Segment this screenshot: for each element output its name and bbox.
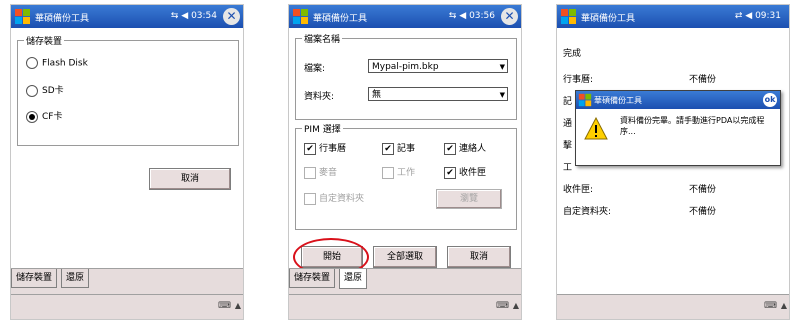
group-title: 儲存裝置 (24, 34, 65, 47)
checkbox-notes[interactable]: ✔ 記事 (382, 141, 415, 155)
checkbox-calendar[interactable]: ✔ 行事曆 (304, 141, 346, 155)
content-area: 儲存裝置 Flash Disk SD卡 CF卡 取消 (11, 28, 243, 269)
result-row: 記 (563, 97, 573, 107)
result-row: 擊 (563, 141, 573, 151)
content-area: 檔案名稱 檔案: Mypal-pim.bkp ▼ 資料夾: 無 ▼ PIM 選擇 ✔… (289, 28, 521, 276)
result-row: 自定資料夾: 不備份 (563, 207, 717, 217)
dropdown-arrow-icon: ▼ (499, 91, 505, 99)
tab-restore[interactable]: 還原 (61, 269, 90, 288)
result-row: 行事曆: 不備份 (563, 75, 717, 85)
title-bar: 華碩備份工具 ⇄ ◀ 09:31 (557, 5, 789, 28)
dialog-title-bar: 華碩備份工具 ok (576, 91, 780, 109)
status-time: ⇆ ◀ 03:54 (170, 11, 217, 21)
cancel-button[interactable]: 取消 (149, 168, 231, 190)
dialog-title: 華碩備份工具 (594, 96, 642, 105)
pim-selection-group: PIM 選擇 ✔ 行事曆 ✔ 記事 ✔ 連絡人 麥音 工作 ✔ 收件匣 自定資料夾 瀏覽 (295, 122, 517, 230)
status-time: ⇆ ◀ 03:56 (448, 11, 495, 21)
dropdown-arrow-icon: ▼ (499, 63, 505, 71)
backup-complete-dialog: 華碩備份工具 ok 資料備份完畢。請手動進行PDA以完成程序... (575, 90, 781, 166)
result-row: 通 (563, 119, 573, 129)
windows-start-icon[interactable] (560, 8, 577, 25)
app-title: 華碩備份工具 (313, 14, 368, 24)
radio-flash-disk[interactable]: Flash Disk (26, 57, 88, 71)
tab-strip: 儲存裝置 還原 (289, 268, 521, 295)
radio-dot-selected (26, 110, 38, 123)
result-row: 收件匣: 不備份 (563, 185, 717, 195)
result-row: 工 (563, 163, 573, 173)
content-area: 完成 行事曆: 不備份 記 通 擊 工 收件匣: 不備份 自定資料夾: 不備份 華碩備… (557, 28, 789, 295)
radio-sd-card[interactable]: SD卡 (26, 83, 64, 97)
checkbox-inbox[interactable]: ✔ 收件匣 (444, 165, 486, 179)
checkbox-custom-folder[interactable]: 自定資料夾 (304, 191, 364, 205)
checkbox-voice[interactable]: 麥音 (304, 165, 337, 179)
title-bar: 華碩備份工具 ⇆ ◀ 03:54 ✕ (11, 5, 243, 28)
command-bar: ⌨ ▲ (11, 294, 243, 319)
app-title: 華碩備份工具 (35, 14, 90, 24)
input-arrow-icon[interactable]: ▲ (781, 301, 787, 310)
browse-button[interactable]: 瀏覽 (436, 189, 502, 209)
folder-select[interactable]: 無 ▼ (368, 87, 508, 101)
dialog-message: 資料備份完畢。請手動進行PDA以完成程序... (620, 116, 765, 136)
keyboard-icon[interactable]: ⌨ (764, 301, 777, 311)
screen-backup-complete: 華碩備份工具 ⇄ ◀ 09:31 完成 行事曆: 不備份 記 通 擊 工 收件匣:… (556, 4, 790, 320)
select-all-button[interactable]: 全部選取 (373, 246, 437, 268)
command-bar: ⌨ ▲ (557, 294, 789, 319)
tab-strip: 儲存裝置 還原 (11, 268, 243, 295)
status-header: 完成 (563, 49, 582, 59)
keyboard-icon[interactable]: ⌨ (218, 301, 231, 311)
file-label: 檔案: (304, 64, 326, 74)
checkbox-tasks[interactable]: 工作 (382, 165, 415, 179)
input-arrow-icon[interactable]: ▲ (235, 301, 241, 310)
radio-cf-card[interactable]: CF卡 (26, 109, 62, 123)
warning-icon (584, 117, 608, 140)
dialog-ok-button[interactable]: ok (763, 93, 777, 107)
title-bar: 華碩備份工具 ⇆ ◀ 03:56 ✕ (289, 5, 521, 28)
file-name-field[interactable]: Mypal-pim.bkp ▼ (368, 59, 508, 73)
cancel-button[interactable]: 取消 (447, 246, 511, 268)
storage-device-group: 儲存裝置 Flash Disk SD卡 CF卡 (17, 34, 239, 146)
app-title: 華碩備份工具 (581, 14, 636, 24)
status-time: ⇄ ◀ 09:31 (734, 11, 781, 21)
screen-storage-device: 華碩備份工具 ⇆ ◀ 03:54 ✕ 儲存裝置 Flash Disk SD卡 C… (10, 4, 244, 320)
windows-start-icon[interactable] (14, 8, 31, 25)
folder-label: 資料夾: (304, 92, 335, 102)
tab-storage-device[interactable]: 儲存裝置 (289, 269, 336, 288)
radio-dot (26, 84, 38, 97)
file-name-group: 檔案名稱 檔案: Mypal-pim.bkp ▼ 資料夾: 無 ▼ (295, 32, 517, 120)
windows-start-icon[interactable] (292, 8, 309, 25)
keyboard-icon[interactable]: ⌨ (496, 301, 509, 311)
checkbox-contacts[interactable]: ✔ 連絡人 (444, 141, 486, 155)
input-arrow-icon[interactable]: ▲ (513, 301, 519, 310)
command-bar: ⌨ ▲ (289, 294, 521, 319)
group-title: PIM 選擇 (302, 122, 343, 135)
close-icon[interactable]: ✕ (501, 8, 518, 25)
close-icon[interactable]: ✕ (223, 8, 240, 25)
windows-logo-icon (578, 93, 592, 107)
radio-dot (26, 57, 38, 69)
group-title: 檔案名稱 (302, 32, 343, 45)
screen-backup-settings: 華碩備份工具 ⇆ ◀ 03:56 ✕ 檔案名稱 檔案: Mypal-pim.bk… (288, 4, 522, 320)
tab-storage-device[interactable]: 儲存裝置 (11, 269, 58, 288)
tab-restore[interactable]: 還原 (339, 269, 368, 289)
